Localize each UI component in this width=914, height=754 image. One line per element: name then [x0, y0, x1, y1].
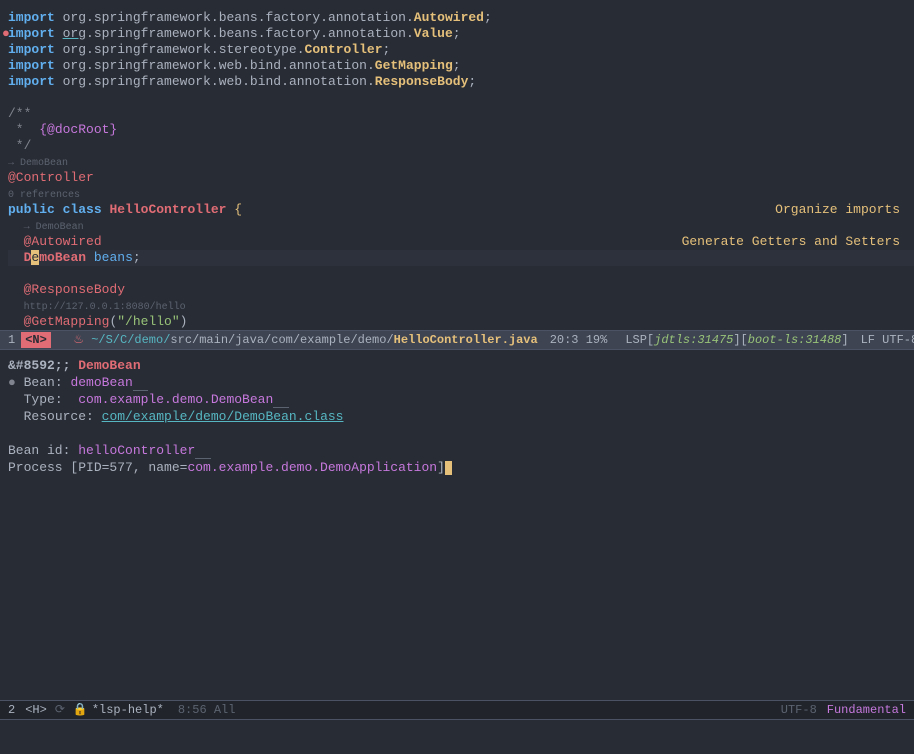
javadoc-line[interactable]: */ — [8, 138, 914, 154]
annotation-line[interactable]: @GetMapping("/hello") — [8, 314, 914, 330]
evil-state-indicator: <N> — [21, 332, 51, 348]
cursor-icon — [445, 461, 452, 475]
inlay-hint: → DemoBean — [8, 218, 914, 234]
buffer-path: ~/S/C/demo/src/main/java/com/example/dem… — [84, 332, 538, 348]
import-line[interactable]: import org.springframework.web.bind.anno… — [8, 58, 914, 74]
cursor-position: 20:3 19% — [550, 332, 608, 348]
window-number: 2 — [8, 702, 15, 718]
help-bean-id: Bean id: helloController — [8, 443, 906, 460]
help-bean: ● Bean: demoBean — [8, 375, 906, 392]
warning-marker-icon: ● — [2, 26, 10, 42]
code-lens[interactable]: 0 references — [8, 186, 914, 202]
java-file-icon — [55, 332, 69, 348]
cursor-position: 8:56 All — [178, 702, 236, 718]
window-number: 1 — [8, 332, 15, 348]
lsp-status: LSP[jdtls:31475][boot-ls:31488] — [625, 332, 848, 348]
inlay-hint: → DemoBean — [8, 154, 914, 170]
minibuffer[interactable] — [0, 720, 914, 736]
buffer-name: *lsp-help* — [92, 702, 164, 718]
blank-line — [8, 90, 914, 106]
lsp-help-pane[interactable]: &#8592;; DemoBean ● Bean: demoBean Type:… — [0, 350, 914, 700]
help-title: &#8592;; DemoBean — [8, 358, 906, 375]
help-resource: Resource: com/example/demo/DemoBean.clas… — [8, 409, 906, 426]
javadoc-line[interactable]: /** — [8, 106, 914, 122]
generate-getters-setters-action[interactable]: Generate Getters and Setters — [682, 234, 900, 250]
import-line[interactable]: import org.springframework.stereotype.Co… — [8, 42, 914, 58]
blank-line — [8, 266, 914, 282]
import-line[interactable]: import org.springframework.web.bind.anno… — [8, 74, 914, 90]
current-line[interactable]: DemoBean beans; — [8, 250, 914, 266]
class-declaration[interactable]: public class HelloController {Organize i… — [8, 202, 914, 218]
encoding-indicator: UTF-8 — [781, 702, 817, 718]
refresh-icon: ⟳ — [55, 702, 65, 718]
lock-icon: 🔒 — [73, 702, 88, 718]
code-editor-pane[interactable]: import org.springframework.beans.factory… — [0, 0, 914, 330]
import-line[interactable]: import org.springframework.beans.factory… — [8, 10, 914, 26]
modeline-bottom[interactable]: 2 <H> ⟳ 🔒 *lsp-help* 8:56 All UTF-8 Fund… — [0, 700, 914, 720]
annotation-line[interactable]: @ResponseBody — [8, 282, 914, 298]
annotation-line[interactable]: @Controller — [8, 170, 914, 186]
help-type: Type: com.example.demo.DemoBean — [8, 392, 906, 409]
resource-link[interactable]: com/example/demo/DemoBean.class — [102, 409, 344, 424]
organize-imports-action[interactable]: Organize imports — [775, 202, 900, 218]
help-process: Process [PID=577, name=com.example.demo.… — [8, 460, 906, 477]
major-mode: Fundamental — [827, 702, 906, 718]
encoding-indicator: LF UTF-8 — [861, 332, 914, 348]
annotation-line[interactable]: @AutowiredGenerate Getters and Setters — [8, 234, 914, 250]
evil-state-indicator: <H> — [21, 702, 51, 718]
java-file-icon: ♨ — [73, 332, 84, 348]
javadoc-line[interactable]: * {@docRoot} — [8, 122, 914, 138]
modeline-top[interactable]: 1 <N> ♨ ~/S/C/demo/src/main/java/com/exa… — [0, 330, 914, 350]
inlay-hint: http://127.0.0.1:8080/hello — [8, 298, 914, 314]
blank-line — [8, 426, 906, 443]
import-line[interactable]: ●import org.springframework.beans.factor… — [8, 26, 914, 42]
